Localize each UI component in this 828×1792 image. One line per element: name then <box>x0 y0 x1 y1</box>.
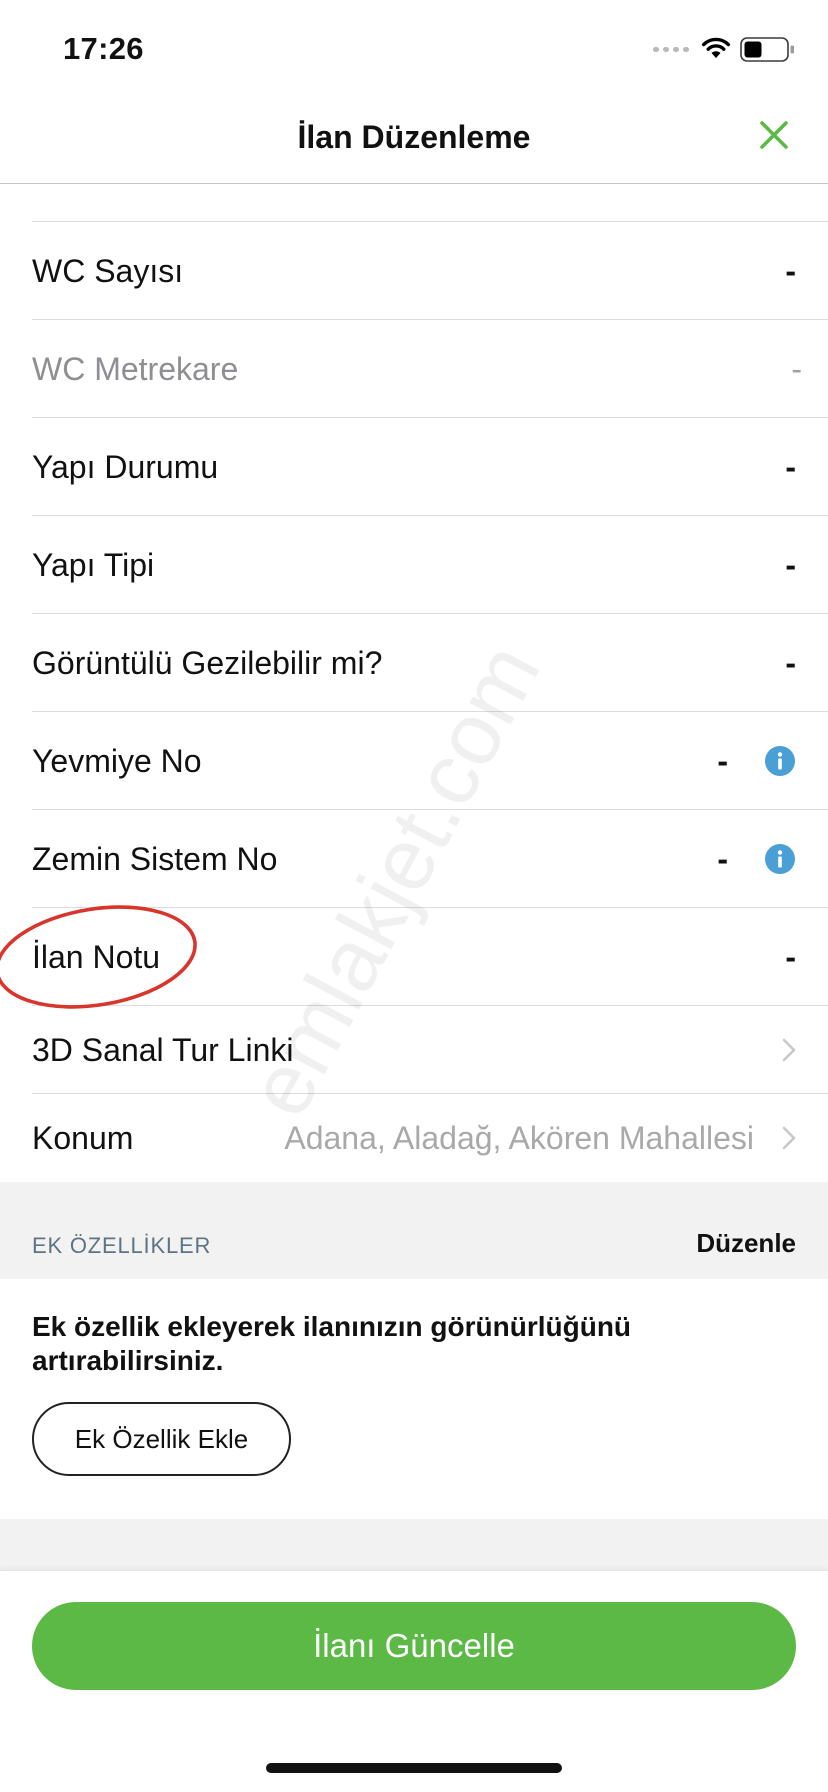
page-title: İlan Düzenleme <box>297 119 531 155</box>
row-yapi-durumu[interactable]: Yapı Durumu - <box>0 418 828 516</box>
row-value: - <box>785 252 796 289</box>
nav-bar: İlan Düzenleme <box>0 97 828 184</box>
chevron-right-icon <box>782 1038 796 1062</box>
row-zemin-sistem-no[interactable]: Zemin Sistem No - <box>0 810 828 908</box>
row-value: - <box>791 350 802 387</box>
row-yapi-tipi[interactable]: Yapı Tipi - <box>0 516 828 614</box>
row-value: - <box>785 546 796 583</box>
info-icon[interactable] <box>764 745 796 777</box>
row-label: Yapı Tipi <box>32 546 155 583</box>
section-spacer <box>0 1519 828 1570</box>
row-value: - <box>785 644 796 681</box>
close-button[interactable] <box>756 117 792 153</box>
row-value: - <box>717 840 728 877</box>
row-label: Konum <box>32 1119 134 1156</box>
battery-icon <box>740 37 794 62</box>
add-extra-feature-button[interactable]: Ek Özellik Ekle <box>32 1402 291 1476</box>
update-listing-button[interactable]: İlanı Güncelle <box>32 1602 796 1690</box>
row-label: Zemin Sistem No <box>32 840 278 877</box>
status-time: 17:26 <box>63 31 144 66</box>
row-value: Adana, Aladağ, Akören Mahallesi <box>284 1119 754 1156</box>
info-icon[interactable] <box>764 843 796 875</box>
row-ilan-notu[interactable]: İlan Notu - <box>0 908 828 1006</box>
home-indicator[interactable] <box>266 1763 562 1773</box>
footer-bar: İlanı Güncelle <box>0 1570 828 1792</box>
row-yevmiye-no[interactable]: Yevmiye No - <box>0 712 828 810</box>
row-wc-sayisi[interactable]: WC Sayısı - <box>0 222 828 320</box>
chevron-right-icon <box>782 1126 796 1150</box>
row-label: İlan Notu <box>32 938 161 975</box>
list-top-divider <box>0 184 828 222</box>
extras-section-header: EK ÖZELLİKLER Düzenle <box>0 1182 828 1279</box>
row-label: Yapı Durumu <box>32 448 219 485</box>
close-icon <box>760 121 788 149</box>
row-value: - <box>785 938 796 975</box>
row-3d-sanal-tur-linki[interactable]: 3D Sanal Tur Linki <box>0 1006 828 1094</box>
extras-card: Ek özellik ekleyerek ilanınızın görünürl… <box>0 1279 828 1519</box>
status-bar: 17:26 <box>0 0 828 97</box>
row-label: Görüntülü Gezilebilir mi? <box>32 644 383 681</box>
row-value: - <box>717 742 728 779</box>
row-konum[interactable]: Konum Adana, Aladağ, Akören Mahallesi <box>0 1094 828 1182</box>
row-value: - <box>785 448 796 485</box>
row-label: WC Metrekare <box>32 350 239 387</box>
row-goruntulu-gezilebilir[interactable]: Görüntülü Gezilebilir mi? - <box>0 614 828 712</box>
row-label: Yevmiye No <box>32 742 202 779</box>
signal-dots-icon <box>653 47 689 52</box>
row-label: WC Sayısı <box>32 252 184 289</box>
edit-extras-link[interactable]: Düzenle <box>696 1228 796 1259</box>
wifi-icon <box>701 37 731 58</box>
section-title: EK ÖZELLİKLER <box>32 1233 212 1258</box>
row-label: 3D Sanal Tur Linki <box>32 1031 294 1068</box>
row-wc-metrekare: WC Metrekare - <box>0 320 828 418</box>
extras-description: Ek özellik ekleyerek ilanınızın görünürl… <box>32 1311 632 1376</box>
